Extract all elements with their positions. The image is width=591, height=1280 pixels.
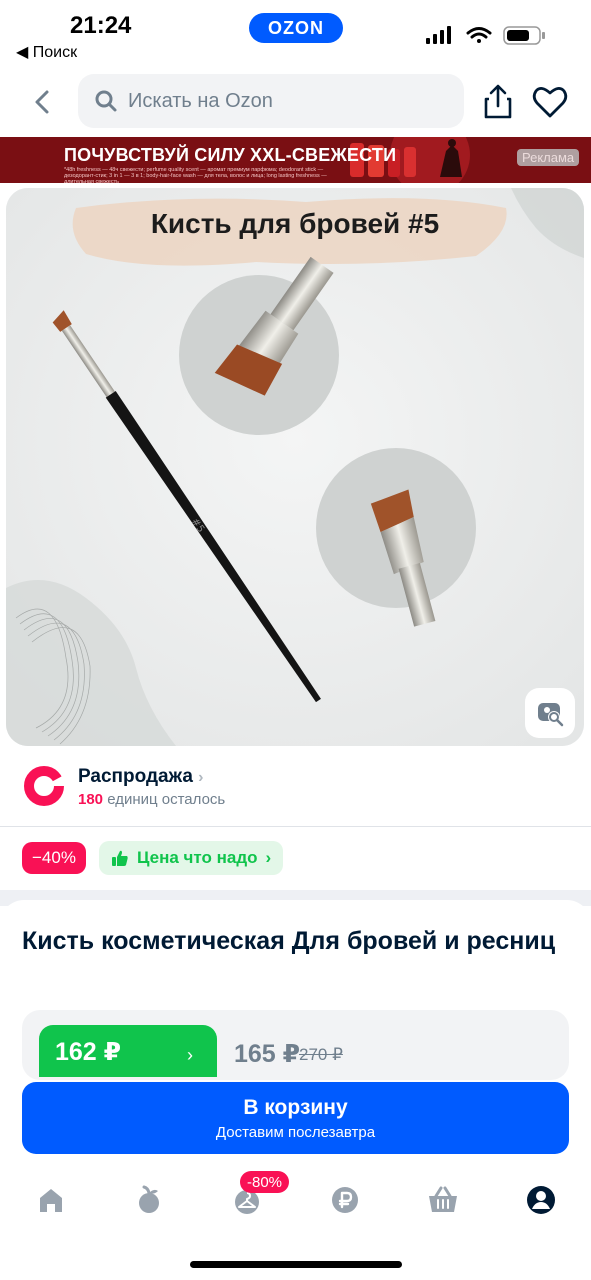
divider (0, 826, 591, 827)
regular-price: 165 ₽ (234, 1040, 301, 1068)
add-to-cart-button[interactable]: В корзину Доставим послезавтра (22, 1082, 569, 1154)
image-search-button[interactable] (525, 688, 575, 738)
back-to-app-link[interactable]: ◀ Поиск (16, 42, 77, 62)
sale-icon (24, 766, 66, 806)
battery-icon (503, 26, 545, 45)
status-time: 21:24 (70, 12, 132, 39)
product-image[interactable]: #5 Кисть для бровей #5 (6, 188, 584, 746)
search-icon (95, 90, 117, 112)
banner-headline: ПОЧУВСТВУЙ СИЛУ XXL-СВЕЖЕСТИ (64, 145, 397, 165)
cellular-signal-icon (426, 26, 451, 44)
discount-badge: −40% (22, 842, 86, 874)
add-to-cart-label: В корзину (243, 1096, 348, 1119)
sale-row[interactable] (0, 752, 591, 826)
search-input[interactable]: Искать на Ozon (78, 74, 464, 128)
heart-icon[interactable] (530, 82, 570, 122)
basket-icon (429, 1186, 457, 1212)
banner-fine-print: *48h freshness — 48ч свежести; perfume q… (64, 167, 327, 183)
ruble-icon (332, 1187, 358, 1213)
profile-icon (527, 1186, 555, 1214)
ad-banner[interactable]: ПОЧУВСТВУЙ СИЛУ XXL-СВЕЖЕСТИ *48h freshn… (0, 137, 591, 183)
status-icons (426, 26, 545, 45)
image-search-icon (538, 703, 564, 727)
chevron-right-icon: › (187, 1045, 193, 1065)
good-price-label: Цена что надо (137, 848, 258, 867)
promo-badge: -80% (240, 1171, 290, 1193)
old-price: 270 ₽ (299, 1045, 343, 1064)
tab-finance[interactable] (323, 1178, 367, 1222)
product-photo: #5 (6, 188, 584, 746)
tab-fresh[interactable] (127, 1178, 171, 1222)
share-icon[interactable] (480, 82, 516, 122)
card-price-button[interactable]: 162 ₽ › (39, 1025, 217, 1077)
ozon-app-badge[interactable]: OZON (249, 13, 343, 43)
card-price: 162 ₽ (55, 1038, 122, 1066)
tab-home[interactable] (29, 1178, 73, 1222)
wifi-icon (466, 27, 492, 43)
sale-count: 180 (78, 791, 104, 808)
home-icon (40, 1189, 62, 1212)
fresh-icon (139, 1185, 159, 1213)
ad-label: Реклама (517, 149, 580, 166)
sale-title: Распродажа › (78, 766, 204, 787)
tab-cart[interactable] (421, 1178, 465, 1222)
sale-remaining: 180 единиц осталось (78, 791, 226, 808)
home-indicator (190, 1261, 402, 1268)
chevron-right-icon: › (198, 769, 204, 786)
delivery-label: Доставим послезавтра (215, 1124, 376, 1141)
chevron-right-icon: › (265, 848, 272, 867)
good-price-badge[interactable]: Цена что надо › (99, 841, 284, 875)
search-placeholder: Искать на Ozon (128, 89, 273, 112)
thumbs-up-icon (112, 850, 128, 866)
chevron-left-icon (35, 90, 49, 114)
tab-profile[interactable] (519, 1178, 563, 1222)
back-button[interactable] (22, 82, 62, 122)
product-title: Кисть косметическая Для бровей и ресниц (22, 927, 556, 955)
image-title: Кисть для бровей #5 (150, 208, 440, 239)
